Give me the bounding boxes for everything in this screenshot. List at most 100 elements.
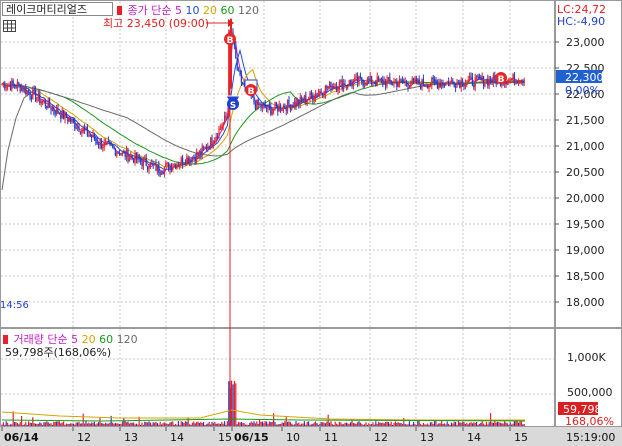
candle — [372, 83, 374, 85]
candle — [112, 145, 114, 148]
candle — [282, 105, 284, 110]
volume-bar — [393, 422, 395, 426]
candle — [212, 143, 214, 146]
candle — [60, 114, 62, 119]
candle — [84, 128, 86, 130]
volume-bar — [523, 424, 525, 426]
candle — [285, 107, 287, 111]
candle — [271, 110, 273, 115]
price-tick: 18,500 — [566, 270, 605, 283]
volume-bar — [65, 423, 67, 426]
svg-text:S: S — [230, 101, 236, 111]
volume-tick: 500,000 — [567, 386, 613, 399]
volume-bar — [196, 422, 198, 426]
candle — [191, 157, 193, 162]
candle — [107, 141, 109, 143]
volume-bar — [401, 423, 403, 426]
volume-bar — [64, 424, 66, 426]
candle — [8, 84, 10, 86]
candle — [1, 83, 3, 85]
candle — [351, 82, 353, 86]
volume-bar — [337, 424, 339, 426]
volume-bar — [435, 421, 437, 426]
candle — [413, 78, 415, 81]
volume-bar — [261, 421, 263, 426]
volume-bar — [312, 423, 314, 426]
candle — [215, 136, 217, 141]
candle — [267, 104, 269, 110]
volume-bar — [142, 424, 144, 426]
volume-bar — [464, 423, 466, 426]
candle — [305, 95, 307, 103]
volume-bar — [123, 418, 125, 426]
candle — [226, 116, 228, 118]
stock-name-box[interactable]: 레이크머티리얼즈 — [2, 2, 113, 16]
volume-bar — [336, 423, 338, 426]
volume-bar — [5, 421, 7, 426]
volume-bar — [359, 422, 361, 426]
grid-icon[interactable] — [3, 20, 16, 32]
candle — [180, 157, 182, 165]
candle — [18, 82, 20, 85]
chart-canvas[interactable]: B S B B 최고 23,450 (09:00) 23,00022,50022… — [0, 0, 622, 446]
volume-bar — [287, 421, 289, 426]
volume-bar — [390, 421, 392, 426]
volume-bar — [427, 423, 429, 426]
volume-bar — [103, 423, 105, 426]
volume-bar — [58, 421, 60, 426]
volume-bar — [403, 418, 405, 426]
volume-bar — [317, 424, 319, 426]
candle — [460, 80, 462, 88]
volume-bar — [1, 424, 3, 426]
volume-bar — [170, 421, 172, 426]
volume-bar — [365, 422, 367, 426]
hc-label: HC:-4,90 — [557, 15, 605, 28]
volume-bar — [487, 424, 489, 426]
candle — [292, 105, 294, 108]
volume-bar — [299, 424, 301, 426]
candle — [295, 101, 297, 106]
candle — [236, 58, 238, 71]
candle — [513, 74, 515, 84]
volume-bar — [194, 423, 196, 426]
volume-bar — [12, 411, 14, 426]
candle — [238, 70, 240, 72]
volume-bar — [214, 421, 216, 426]
candle — [303, 95, 305, 102]
candle — [151, 162, 153, 164]
candle — [81, 130, 83, 134]
candle — [386, 79, 388, 87]
volume-bar — [49, 423, 51, 426]
candle — [49, 99, 51, 107]
volume-bar — [149, 422, 151, 426]
candle — [415, 78, 417, 85]
candle — [98, 143, 100, 146]
volume-bar — [509, 422, 511, 426]
svg-text:B: B — [498, 75, 505, 85]
candle — [100, 140, 102, 149]
volume-bar — [463, 422, 465, 426]
candle — [95, 139, 97, 141]
candle — [106, 141, 108, 143]
ma120-label: 120 — [238, 4, 259, 17]
candle — [404, 81, 406, 83]
candle — [387, 76, 389, 80]
candle — [29, 92, 31, 97]
volume-bar — [344, 422, 346, 426]
candle — [390, 81, 392, 85]
candle — [336, 86, 338, 91]
volume-bar — [131, 422, 133, 426]
volume-bar — [414, 424, 416, 426]
candle — [43, 100, 45, 102]
candle — [441, 82, 443, 87]
candle — [280, 105, 282, 111]
volume-bar — [366, 424, 368, 426]
volume-bar — [334, 421, 336, 426]
x-axis-label: 12 — [77, 431, 91, 444]
candle — [379, 78, 381, 81]
candle — [149, 162, 151, 169]
candle — [193, 157, 195, 159]
volume-bar — [508, 424, 510, 426]
volume-bar — [449, 424, 451, 426]
volume-bar — [119, 423, 121, 426]
